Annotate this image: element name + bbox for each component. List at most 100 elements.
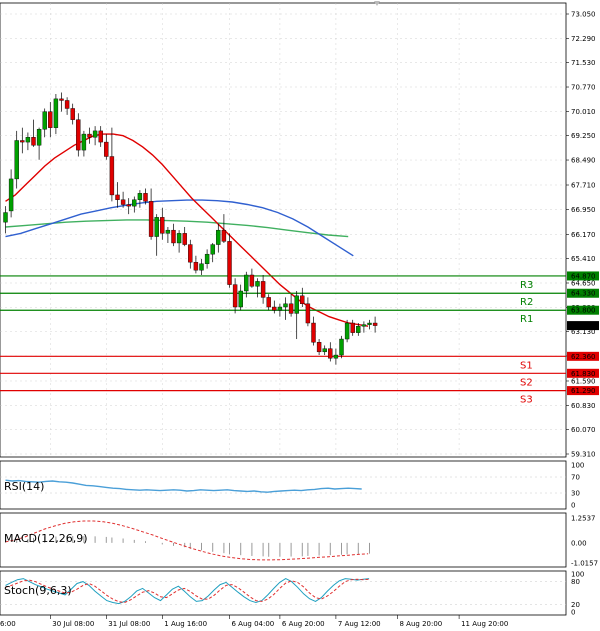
price-tick-label: 70.770 — [571, 84, 596, 92]
level-label-s3: S3 — [520, 395, 533, 406]
time-axis: 6:00 30 Jul 08:00 31 Jul 08:00 1 Aug 16:00 6… — [0, 615, 508, 628]
stoch-title: Stoch(9,6,3) — [4, 584, 72, 597]
candle-bear — [311, 322, 316, 343]
price-tick-label: 64.650 — [571, 279, 596, 287]
candle-bull — [92, 130, 98, 138]
level-price-tag-label: 64.330 — [571, 290, 596, 298]
level-price-tag-label: 61.830 — [571, 370, 596, 378]
candle-bear — [143, 193, 148, 202]
candle-bull — [294, 295, 299, 314]
forex-chart: R3 R2 R1 S1 S2 S3 73.050 72.290 71.530 70.770 70.… — [0, 1, 599, 628]
candle-bear — [87, 133, 92, 138]
price-tick-label: 66.170 — [571, 231, 596, 239]
candle-bull — [81, 133, 87, 151]
time-edge-label: 6:00 — [0, 620, 16, 628]
time-tick-label: 8 Aug 20:00 — [400, 620, 443, 628]
price-tick-label: 59.310 — [571, 451, 596, 459]
price-tick-label: 72.290 — [571, 35, 596, 43]
candle-bull — [361, 324, 367, 327]
candle-bear — [288, 303, 294, 314]
candle-bear — [109, 156, 115, 196]
candle-bear — [148, 201, 154, 237]
stoch-tick-label: 80 — [571, 578, 580, 586]
rsi-title: RSI(14) — [4, 480, 44, 493]
time-tick-label: 1 Aug 16:00 — [164, 620, 207, 628]
candle-bear — [249, 274, 255, 287]
candle-bull — [204, 253, 210, 264]
price-tick-label: 65.410 — [571, 255, 596, 263]
candle-bear — [104, 141, 109, 157]
candle-bull — [333, 354, 339, 359]
level-label-r1: R1 — [520, 314, 533, 325]
level-price-tag-label: 61.290 — [571, 387, 596, 395]
macd-tick-label: 0.00 — [571, 539, 587, 547]
candle-bear — [316, 342, 322, 353]
candle-bull — [283, 303, 288, 308]
rsi-axis: 100 70 30 0 — [571, 462, 584, 510]
stoch-tick-label: 0 — [571, 609, 575, 617]
rsi-tick-label: 100 — [571, 462, 584, 470]
candle-bull — [322, 348, 327, 353]
candle-bull — [199, 263, 204, 271]
candle-bull — [176, 233, 182, 244]
time-tick-label: 6 Aug 04:00 — [232, 620, 275, 628]
stoch-panel: Stoch(9,6,3) 10080200 — [0, 571, 584, 617]
price-tick-label: 60.830 — [571, 402, 596, 410]
rsi-tick-label: 0 — [571, 502, 575, 510]
candle-bear — [300, 295, 305, 305]
candle-bull — [356, 326, 361, 333]
macd-tick-label: 1.2537 — [571, 515, 596, 523]
candle-bear — [171, 229, 176, 244]
candle-bear — [70, 108, 75, 120]
candle-bull — [36, 129, 42, 146]
level-label-r3: R3 — [520, 280, 533, 291]
candle-bear — [272, 306, 277, 311]
rsi-tick-label: 30 — [571, 490, 580, 498]
candle-bull — [8, 178, 14, 212]
candle-bear — [48, 111, 53, 128]
price-tick-label: 60.070 — [571, 426, 596, 434]
candle-bull — [344, 322, 350, 340]
time-tick-label: 30 Jul 08:00 — [52, 620, 94, 628]
candle-bear — [59, 98, 64, 101]
price-tick-label: 69.250 — [571, 132, 596, 140]
candle-bull — [277, 306, 283, 311]
candle-bear — [120, 199, 126, 205]
candle-bear — [305, 303, 311, 324]
price-tick-label: 67.710 — [571, 182, 596, 190]
level-price-tag-label: 62.360 — [571, 353, 596, 361]
candle-bull — [339, 338, 344, 356]
candle-bear — [193, 261, 199, 271]
candle-bull — [14, 140, 19, 180]
candle-bull — [3, 212, 8, 223]
candle-bear — [160, 217, 165, 234]
level-price-tag-label: 64.870 — [571, 272, 596, 280]
candle-bear — [31, 137, 36, 146]
current-price-label: 63.320 — [571, 322, 596, 330]
macd-axis: 1.2537 0.00 -1.0157 — [571, 515, 598, 568]
candle-bear — [221, 229, 227, 242]
candle-bear — [20, 140, 25, 143]
macd-title: MACD(12,26,9) — [4, 532, 88, 545]
candle-bear — [76, 119, 81, 151]
price-tick-label: 70.010 — [571, 108, 596, 116]
price-tick-label: 66.950 — [571, 206, 596, 214]
candle-bull — [210, 244, 215, 255]
price-tick-label: 68.490 — [571, 157, 596, 165]
level-label-s2: S2 — [520, 377, 533, 388]
time-tick-label: 7 Aug 12:00 — [338, 620, 381, 628]
level-label-r2: R2 — [520, 297, 533, 308]
candle-bear — [115, 194, 120, 200]
price-panel: R3 R2 R1 S1 S2 S3 73.050 72.290 71.530 70.770 70.… — [0, 1, 599, 459]
rsi-panel: RSI(14) 100 70 30 0 — [0, 460, 584, 510]
candle-bull — [367, 322, 372, 325]
stoch-panel-frame — [0, 570, 567, 616]
candle-bear — [98, 130, 103, 143]
candle-bull — [216, 229, 221, 245]
time-tick-label: 11 Aug 20:00 — [461, 620, 508, 628]
candle-bear — [182, 233, 187, 245]
level-price-tag-label: 63.800 — [571, 307, 596, 315]
candle-bear — [64, 100, 70, 109]
macd-tick-label: -1.0157 — [571, 560, 598, 568]
candle-bull — [25, 137, 31, 143]
